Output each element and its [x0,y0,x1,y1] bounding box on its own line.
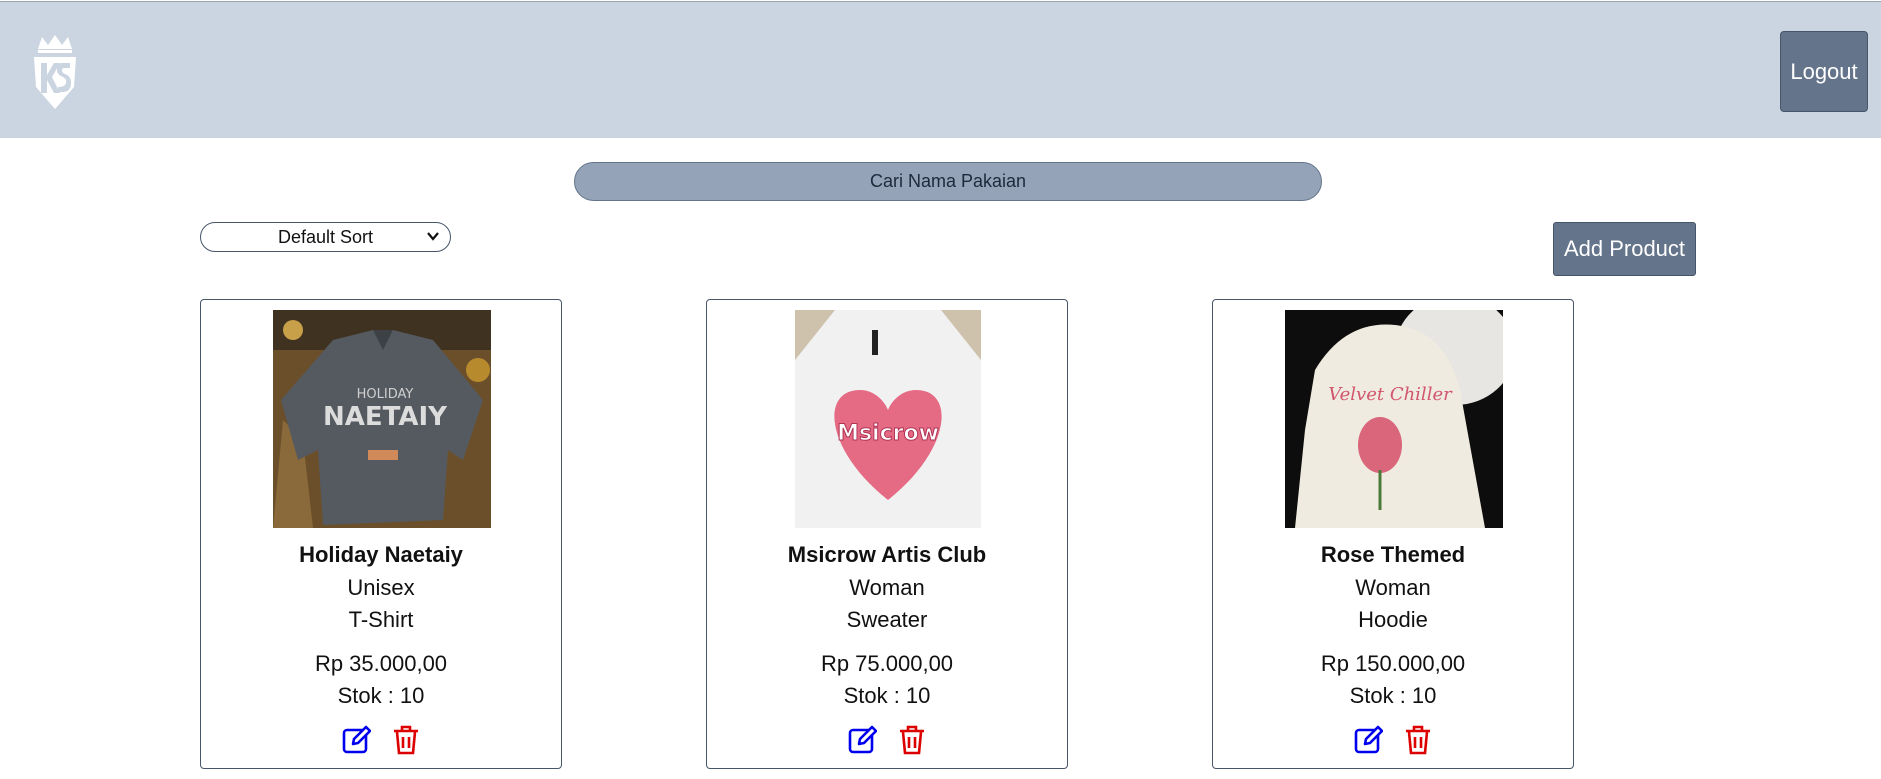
product-actions [707,724,1067,756]
sort-select[interactable]: Default Sort [200,222,451,252]
logout-button[interactable]: Logout [1780,31,1868,112]
product-image: Velvet Chiller [1285,310,1503,528]
product-price: Rp 35.000,00 [314,651,448,676]
edit-icon[interactable] [341,724,372,756]
product-actions [1213,724,1573,756]
product-stock: Stok : 10 [337,683,425,708]
trash-icon[interactable] [391,724,421,756]
svg-text:HOLIDAY: HOLIDAY [357,387,414,402]
product-name: Holiday Naetaiy [299,542,463,567]
product-image: NAETAIY HOLIDAY [273,310,491,528]
ks-crown-logo-icon[interactable] [30,35,80,111]
edit-icon[interactable] [847,724,878,756]
product-card: Velvet Chiller Rose Themed Woman Hoodie … [1212,299,1574,769]
product-name: Msicrow Artis Club [787,542,987,567]
product-stock: Stok : 10 [843,683,931,708]
product-type: T-Shirt [348,607,414,632]
top-header: Logout [0,1,1881,138]
product-price: Rp 75.000,00 [820,651,954,676]
search-input[interactable] [574,162,1322,201]
product-gender: Woman [849,575,925,600]
product-type: Hoodie [1358,607,1428,632]
product-card: Msicrow Msicrow Artis Club Woman Sweater… [706,299,1068,769]
product-actions [201,724,561,756]
trash-icon[interactable] [897,724,927,756]
edit-icon[interactable] [1353,724,1384,756]
trash-icon[interactable] [1403,724,1433,756]
product-stock: Stok : 10 [1349,683,1437,708]
product-image: Msicrow [795,310,981,528]
chevron-down-icon [427,232,439,241]
product-gender: Woman [1355,575,1431,600]
add-product-button[interactable]: Add Product [1553,222,1696,276]
product-name: Rose Themed [1320,542,1466,567]
svg-text:Msicrow: Msicrow [837,421,939,446]
svg-text:NAETAIY: NAETAIY [323,402,448,432]
product-price: Rp 150.000,00 [1320,651,1466,676]
product-card: NAETAIY HOLIDAY Holiday Naetaiy Unisex T… [200,299,562,769]
product-gender: Unisex [347,575,415,600]
product-type: Sweater [846,607,928,632]
svg-text:Velvet Chiller: Velvet Chiller [1328,384,1453,405]
sort-selected-label: Default Sort [277,226,374,247]
